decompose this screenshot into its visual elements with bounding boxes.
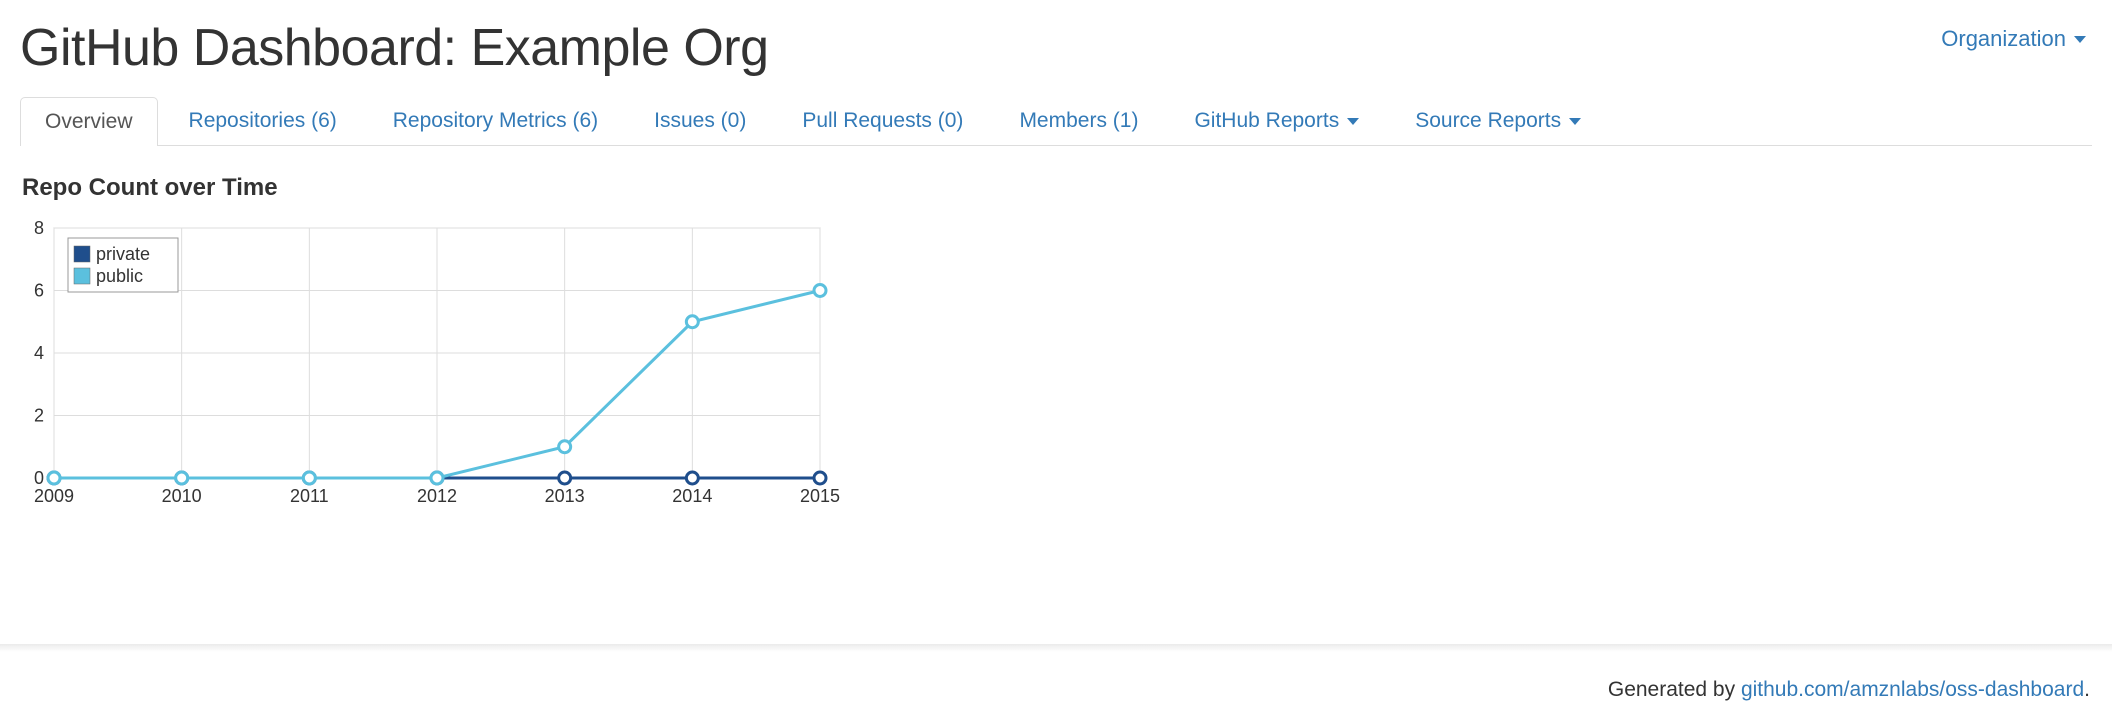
footer-link[interactable]: github.com/amznlabs/oss-dashboard (1741, 678, 2084, 701)
svg-text:2013: 2013 (545, 486, 585, 506)
tab-label: Members (1) (1019, 109, 1138, 133)
svg-text:4: 4 (34, 343, 44, 363)
tab-bar: Overview Repositories (6) Repository Metri… (20, 96, 2092, 146)
caret-down-icon (1347, 118, 1359, 125)
tab-label: Pull Requests (0) (802, 109, 963, 133)
repo-count-chart: 0 2 4 6 8 2009 2010 2011 2012 2013 2014 2015 private… (20, 218, 840, 518)
svg-text:2: 2 (34, 406, 44, 426)
tab-label: Repositories (6) (189, 109, 337, 133)
tab-source-reports[interactable]: Source Reports (1390, 96, 1606, 145)
tab-overview[interactable]: Overview (20, 97, 158, 146)
chart-section-title: Repo Count over Time (22, 174, 2092, 202)
svg-text:2010: 2010 (162, 486, 202, 506)
svg-text:public: public (96, 266, 143, 286)
tab-repository-metrics-6[interactable]: Repository Metrics (6) (368, 96, 623, 145)
footer-suffix: . (2084, 678, 2090, 701)
footer-prefix: Generated by (1608, 678, 1741, 701)
tab-repositories-6[interactable]: Repositories (6) (164, 96, 362, 145)
divider-shadow (0, 644, 2112, 652)
svg-text:private: private (96, 244, 150, 264)
svg-text:2015: 2015 (800, 486, 840, 506)
tab-issues-0[interactable]: Issues (0) (629, 96, 771, 145)
tab-label: GitHub Reports (1194, 109, 1339, 133)
tab-label: Issues (0) (654, 109, 746, 133)
caret-down-icon (2074, 36, 2086, 43)
tab-label: Overview (45, 110, 133, 134)
svg-text:6: 6 (34, 281, 44, 301)
organization-dropdown[interactable]: Organization (1941, 12, 2092, 52)
svg-text:0: 0 (34, 468, 44, 488)
svg-text:2009: 2009 (34, 486, 74, 506)
tab-github-reports[interactable]: GitHub Reports (1169, 96, 1384, 145)
svg-text:2014: 2014 (672, 486, 712, 506)
svg-text:2012: 2012 (417, 486, 457, 506)
organization-dropdown-label: Organization (1941, 26, 2066, 52)
tab-pull-requests-0[interactable]: Pull Requests (0) (777, 96, 988, 145)
caret-down-icon (1569, 118, 1581, 125)
svg-text:8: 8 (34, 218, 44, 238)
svg-text:2011: 2011 (290, 486, 329, 506)
footer: Generated by github.com/amznlabs/oss-das… (1608, 678, 2090, 702)
tab-label: Source Reports (1415, 109, 1561, 133)
tab-label: Repository Metrics (6) (393, 109, 598, 133)
tab-members-1[interactable]: Members (1) (994, 96, 1163, 145)
page-title: GitHub Dashboard: Example Org (20, 18, 769, 78)
